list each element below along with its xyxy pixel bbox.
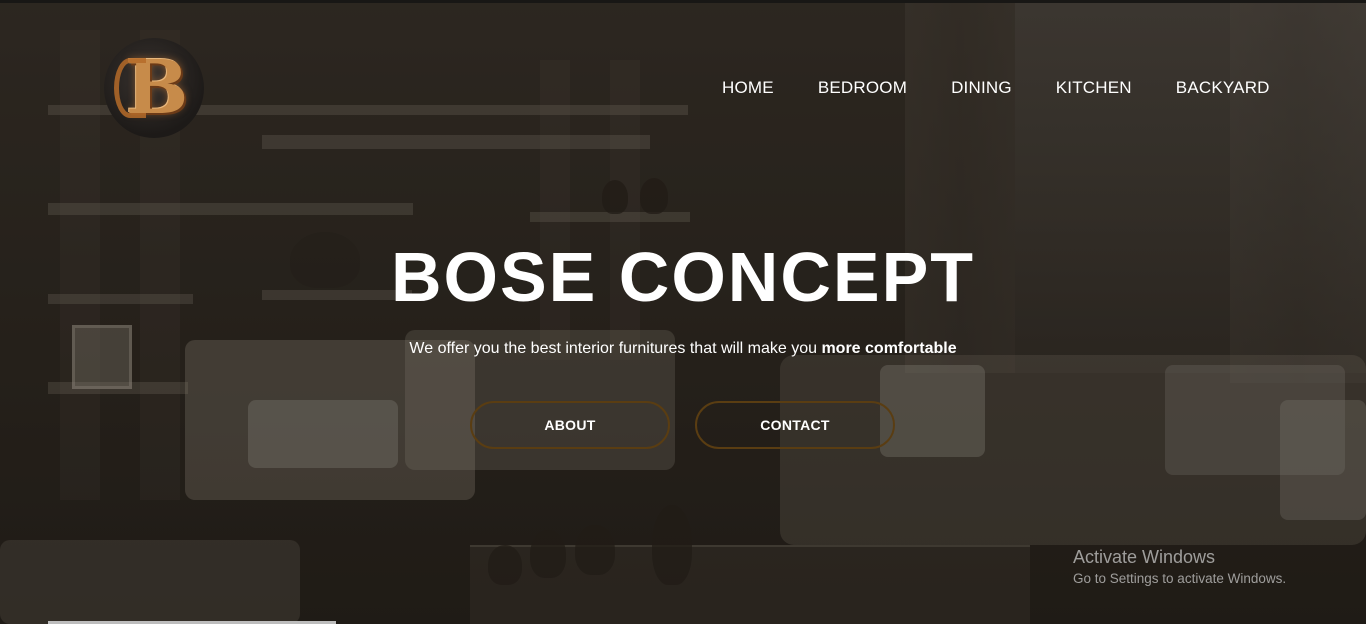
about-button[interactable]: ABOUT [470,401,670,449]
activate-title: Activate Windows [1073,547,1216,567]
nav-bedroom[interactable]: BEDROOM [818,78,907,98]
hero-subtitle: We offer you the best interior furniture… [0,339,1366,359]
hero-title: BOSE CONCEPT [390,238,976,316]
nav-kitchen[interactable]: KITCHEN [1056,78,1132,98]
logo[interactable]: B [104,38,204,138]
activate-subtitle: Go to Settings to activate Windows. [1073,571,1287,586]
contact-button[interactable]: CONTACT [695,401,895,449]
nav-backyard[interactable]: BACKYARD [1176,78,1270,98]
activate-windows-watermark: Activate Windows Go to Settings to activ… [1073,546,1286,588]
nav-dining[interactable]: DINING [951,78,1012,98]
main-nav: HOME BEDROOM DINING KITCHEN BACKYARD [722,78,1270,98]
hero-subtitle-lead: We offer you the best interior furniture… [409,340,822,357]
hero-subtitle-emphasis: more comfortable [821,340,957,357]
logo-swirl [114,58,146,118]
hero-section: B HOME BEDROOM DINING KITCHEN BACKYARD B… [0,0,1366,624]
nav-home[interactable]: HOME [722,78,774,98]
